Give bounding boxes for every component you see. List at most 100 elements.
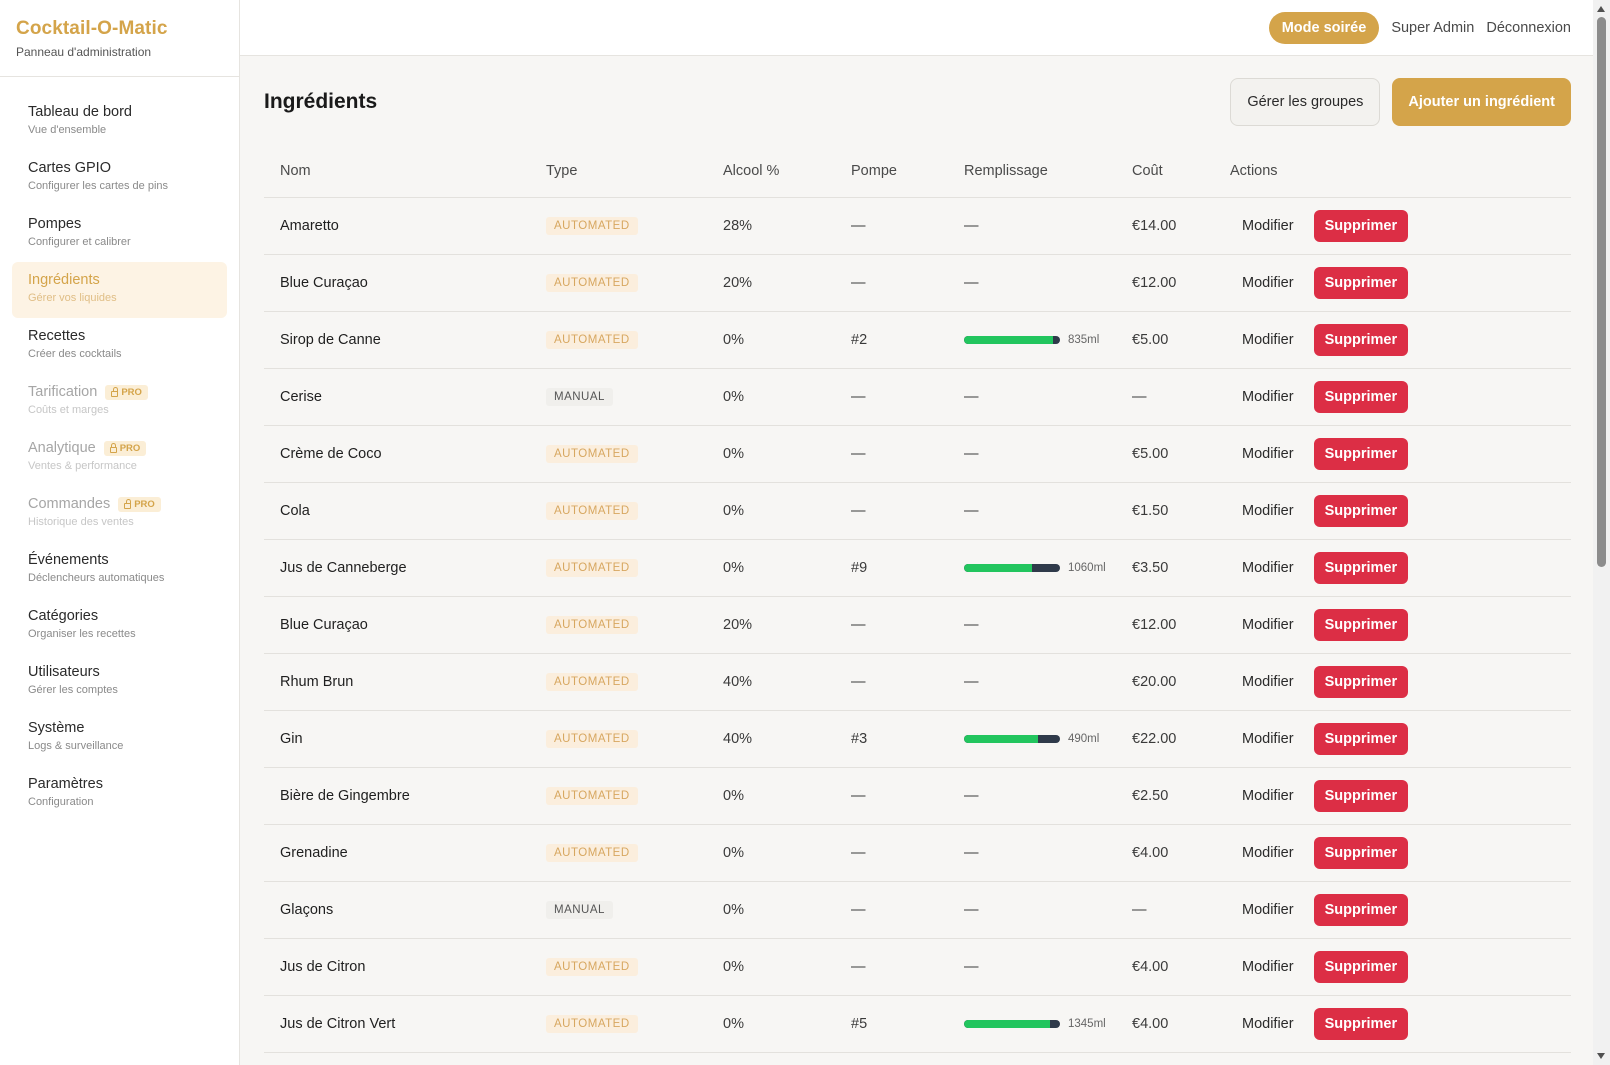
edit-button[interactable]: Modifier [1230,894,1306,926]
edit-button[interactable]: Modifier [1230,495,1306,527]
type-cell: AUTOMATED [530,311,707,369]
user-menu[interactable]: Super Admin [1391,20,1474,36]
sidebar-item-label-text: Catégories [28,608,99,624]
type-cell: MANUAL [530,881,707,939]
sidebar-item-ingredients[interactable]: Ingrédients Gérer vos liquides [12,262,227,318]
actions-cell: Modifier Supprimer [1230,824,1571,882]
brand-title[interactable]: Cocktail-O-Matic [16,18,223,40]
pump-cell: — [835,881,948,939]
logout-link[interactable]: Déconnexion [1486,20,1571,36]
edit-button[interactable]: Modifier [1230,609,1306,641]
manage-groups-button[interactable]: Gérer les groupes [1230,78,1381,126]
actions-cell: Modifier Supprimer [1230,596,1571,654]
delete-button[interactable]: Supprimer [1313,1007,1409,1040]
delete-button[interactable]: Supprimer [1313,950,1409,983]
edit-button[interactable]: Modifier [1230,837,1306,869]
delete-button[interactable]: Supprimer [1313,437,1409,470]
ingredient-name: Blue Curaçao [264,596,530,654]
actions-cell: Modifier Supprimer [1230,482,1571,540]
delete-button[interactable]: Supprimer [1313,779,1409,812]
sidebar-item-subtitle: Vue d'ensemble [28,124,107,136]
fill-volume: 835ml [1068,333,1100,346]
alcohol-cell: 0% [707,938,835,996]
delete-button[interactable]: Supprimer [1313,836,1409,869]
sidebar-item-cartes-gpio[interactable]: Cartes GPIO Configurer les cartes de pin… [12,150,227,206]
actions-cell: Modifier Supprimer [1230,254,1571,312]
delete-button[interactable]: Supprimer [1313,209,1409,242]
scrollbar[interactable] [1593,0,1610,1065]
scroll-thumb[interactable] [1597,17,1606,567]
delete-button[interactable]: Supprimer [1313,665,1409,698]
edit-button[interactable]: Modifier [1230,381,1306,413]
sidebar-item-tarification[interactable]: Tarification PRO Coûts et marges [12,374,227,430]
add-ingredient-button[interactable]: Ajouter un ingrédient [1392,78,1571,126]
scroll-up-arrow-icon[interactable] [1597,6,1605,12]
pro-badge-label: PRO [121,386,142,398]
actions-cell: Modifier Supprimer [1230,368,1571,426]
fill-cell: — [948,596,1116,654]
brand-subtitle: Panneau d'administration [16,45,152,59]
delete-button[interactable]: Supprimer [1313,608,1409,641]
scroll-down-arrow-icon[interactable] [1597,1053,1605,1059]
sidebar-item-categories[interactable]: Catégories Organiser les recettes [12,598,227,654]
party-mode-button[interactable]: Mode soirée [1268,11,1380,44]
sidebar-item-subtitle: Configurer et calibrer [28,236,131,248]
sidebar-item-subtitle: Gérer vos liquides [28,292,117,304]
sidebar-item-label-text: Paramètres [28,776,103,792]
delete-button[interactable]: Supprimer [1313,323,1409,356]
edit-button[interactable]: Modifier [1230,552,1306,584]
table-row: Grenadine AUTOMATED 0% — — €4.00 Modifie… [264,824,1571,882]
sidebar-item-pompes[interactable]: Pompes Configurer et calibrer [12,206,227,262]
edit-button[interactable]: Modifier [1230,723,1306,755]
sidebar-item-label-text: Analytique [28,440,96,456]
sidebar-item-utilisateurs[interactable]: Utilisateurs Gérer les comptes [12,654,227,710]
alcohol-cell: 20% [707,596,835,654]
edit-button[interactable]: Modifier [1230,666,1306,698]
delete-button[interactable]: Supprimer [1313,893,1409,926]
fill-cell: — [948,254,1116,312]
sidebar-item-commandes[interactable]: Commandes PRO Historique des ventes [12,486,227,542]
sidebar-item-evenements[interactable]: Événements Déclencheurs automatiques [12,542,227,598]
sidebar-item-analytique[interactable]: Analytique PRO Ventes & performance [12,430,227,486]
pump-cell: — [835,938,948,996]
edit-button[interactable]: Modifier [1230,780,1306,812]
column-header-remplissage: Remplissage [948,146,1116,198]
fill-bar [964,335,1060,344]
row-actions: Modifier Supprimer [1230,437,1571,470]
fill-empty: — [964,502,979,519]
sidebar-item-tableau-de-bord[interactable]: Tableau de bord Vue d'ensemble [12,94,227,150]
delete-button[interactable]: Supprimer [1313,266,1409,299]
delete-button[interactable]: Supprimer [1313,494,1409,527]
pro-badge-label: PRO [119,442,141,454]
main-content: Ingrédients Gérer les groupes Ajouter un… [264,56,1571,1053]
edit-button[interactable]: Modifier [1230,324,1306,356]
edit-button[interactable]: Modifier [1230,1008,1306,1040]
delete-button[interactable]: Supprimer [1313,380,1409,413]
row-actions: Modifier Supprimer [1230,722,1571,755]
edit-button[interactable]: Modifier [1230,267,1306,299]
actions-cell: Modifier Supprimer [1230,425,1571,483]
type-badge: MANUAL [546,387,613,406]
actions-cell: Modifier Supprimer [1230,881,1571,939]
sidebar-item-systeme[interactable]: Système Logs & surveillance [12,710,227,766]
brand: Cocktail-O-Matic Panneau d'administratio… [0,0,239,77]
delete-button[interactable]: Supprimer [1313,551,1409,584]
type-badge: MANUAL [546,900,613,919]
pro-badge-label: PRO [134,498,155,510]
sidebar-item-recettes[interactable]: Recettes Créer des cocktails [12,318,227,374]
alcohol-cell: 0% [707,311,835,369]
fill-volume: 490ml [1068,732,1100,745]
table-row: Cola AUTOMATED 0% — — €1.50 Modifier Sup… [264,482,1571,540]
sidebar-item-label: Tableau de bord [28,104,211,120]
edit-button[interactable]: Modifier [1230,210,1306,242]
edit-button[interactable]: Modifier [1230,951,1306,983]
ingredient-name: Jus de Citron Vert [264,995,530,1053]
type-cell: AUTOMATED [530,710,707,768]
delete-button[interactable]: Supprimer [1313,722,1409,755]
cost-cell: €20.00 [1116,653,1230,711]
fill-level: 490ml [964,733,1116,745]
edit-button[interactable]: Modifier [1230,438,1306,470]
sidebar-item-parametres[interactable]: Paramètres Configuration [12,766,227,822]
row-actions: Modifier Supprimer [1230,779,1571,812]
sidebar-item-label: Événements [28,552,211,568]
